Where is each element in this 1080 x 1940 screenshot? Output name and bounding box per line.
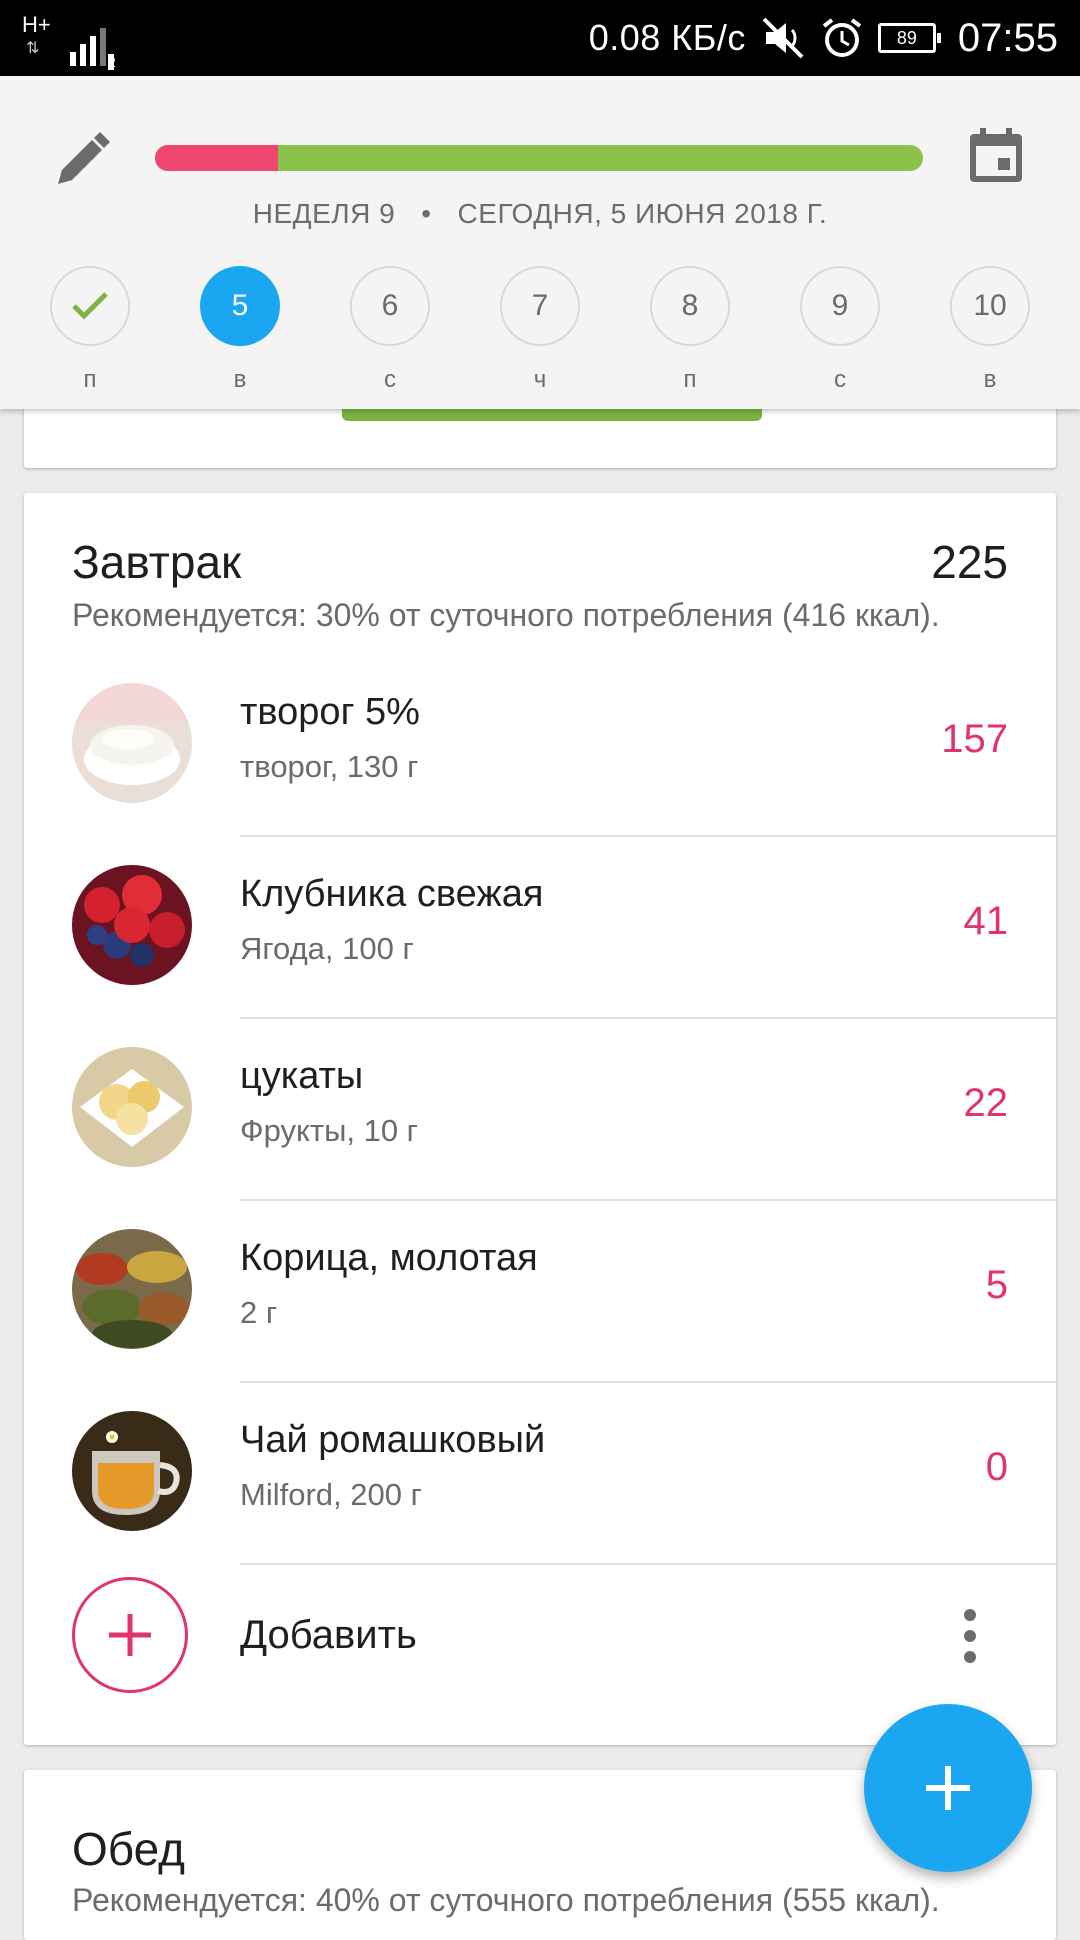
day-monday[interactable]: п	[48, 266, 132, 394]
day-letter: в	[233, 366, 247, 393]
food-name: Чай ромашковый	[240, 1419, 546, 1461]
day-letter: ч	[533, 366, 547, 393]
day-circle	[50, 266, 130, 346]
dried-fruit-photo	[72, 1047, 192, 1167]
meal-total-kcal: 225	[931, 536, 1008, 588]
day-number: 5	[200, 266, 280, 346]
food-item-cinnamon[interactable]: Корица, молотая 2 г 5	[24, 1201, 1056, 1383]
food-item-candied-fruit[interactable]: цукаты Фрукты, 10 г 22	[24, 1019, 1056, 1201]
day-tuesday[interactable]: 5 в	[198, 266, 282, 394]
berries-photo	[72, 865, 192, 985]
calorie-progress-bar	[155, 145, 923, 171]
food-kcal: 0	[985, 1445, 1008, 1489]
tea-photo	[72, 1411, 192, 1531]
meal-recommendation: Рекомендуется: 30% от суточного потребле…	[72, 597, 940, 633]
food-detail: Фрукты, 10 г	[240, 1113, 418, 1148]
breakfast-card: Завтрак 225 Рекомендуется: 30% от суточн…	[24, 493, 1056, 1745]
food-kcal: 157	[941, 717, 1008, 761]
food-item-strawberry[interactable]: Клубника свежая Ягода, 100 г 41	[24, 837, 1056, 1019]
network-speed: 0.08 КБ/с	[588, 17, 746, 58]
battery-level: 89	[896, 28, 917, 48]
day-number: 8	[650, 266, 730, 346]
day-wednesday[interactable]: 6 с	[348, 266, 432, 394]
food-detail: творог, 130 г	[240, 749, 419, 784]
progress-red-segment	[155, 145, 278, 171]
day-letter: в	[983, 366, 997, 393]
day-saturday[interactable]: 9 с	[798, 266, 882, 394]
more-vert-icon[interactable]	[962, 1607, 978, 1665]
data-arrows-icon: ⇅	[26, 40, 40, 57]
week-day-selector: п 5 в 6 с 7 ч 8 п 9 с 10 в	[0, 266, 1080, 396]
food-item-chamomile-tea[interactable]: Чай ромашковый Milford, 200 г 0	[24, 1383, 1056, 1565]
day-letter: с	[384, 366, 396, 393]
clock: 07:55	[957, 15, 1058, 60]
day-number: 7	[500, 266, 580, 346]
spices-photo	[72, 1229, 192, 1349]
add-food-button[interactable]	[72, 1577, 188, 1693]
mute-icon	[762, 17, 804, 59]
day-number: 6	[350, 266, 430, 346]
food-detail: Ягода, 100 г	[240, 931, 414, 966]
day-number: 10	[950, 266, 1030, 346]
plus-icon	[109, 1614, 151, 1656]
diary-header: НЕДЕЛЯ 9 • СЕГОДНЯ, 5 ИЮНЯ 2018 Г. п 5 в 6…	[0, 76, 1080, 409]
meal-recommendation: Рекомендуется: 40% от суточного потребле…	[72, 1882, 940, 1918]
week-date-line: НЕДЕЛЯ 9 • СЕГОДНЯ, 5 ИЮНЯ 2018 Г.	[0, 198, 1080, 230]
food-kcal: 22	[963, 1081, 1009, 1125]
sim-number: 2	[108, 54, 116, 70]
food-name: творог 5%	[240, 691, 420, 733]
pencil-icon[interactable]	[50, 128, 114, 192]
network-type: H+	[22, 12, 51, 37]
plus-icon	[926, 1766, 970, 1810]
status-bar: H+ ⇅ 2 0.08 КБ/с 89 07:55	[0, 0, 1080, 76]
food-name: цукаты	[240, 1055, 364, 1097]
food-detail: 2 г	[240, 1295, 278, 1330]
day-letter: п	[83, 366, 97, 393]
add-food-row[interactable]: Добавить	[24, 1567, 1056, 1717]
day-number: 9	[800, 266, 880, 346]
day-letter: с	[834, 366, 846, 393]
signal-strength-icon: 2	[62, 20, 122, 70]
cottage-cheese-photo	[72, 683, 192, 803]
day-friday[interactable]: 8 п	[648, 266, 732, 394]
separator-dot: •	[421, 198, 432, 229]
food-item-cottage-cheese[interactable]: творог 5% творог, 130 г 157	[24, 655, 1056, 837]
checkmark-icon	[72, 292, 108, 320]
alarm-icon	[822, 18, 862, 57]
calendar-icon[interactable]	[964, 124, 1028, 188]
food-name: Корица, молотая	[240, 1237, 538, 1279]
date-label: СЕГОДНЯ, 5 ИЮНЯ 2018 Г.	[457, 198, 828, 229]
food-kcal: 41	[963, 899, 1009, 943]
battery-icon: 89	[877, 23, 941, 53]
day-letter: п	[683, 366, 697, 393]
divider	[240, 1563, 1056, 1565]
food-name: Клубника свежая	[240, 873, 544, 915]
meal-title: Завтрак	[72, 536, 242, 588]
food-kcal: 5	[985, 1263, 1008, 1307]
food-detail: Milford, 200 г	[240, 1477, 422, 1512]
day-sunday[interactable]: 10 в	[948, 266, 1032, 394]
week-label: НЕДЕЛЯ 9	[252, 198, 396, 229]
meal-title: Обед	[72, 1823, 186, 1875]
add-fab-button[interactable]	[864, 1704, 1032, 1872]
add-food-label: Добавить	[240, 1613, 417, 1657]
day-thursday[interactable]: 7 ч	[498, 266, 582, 394]
